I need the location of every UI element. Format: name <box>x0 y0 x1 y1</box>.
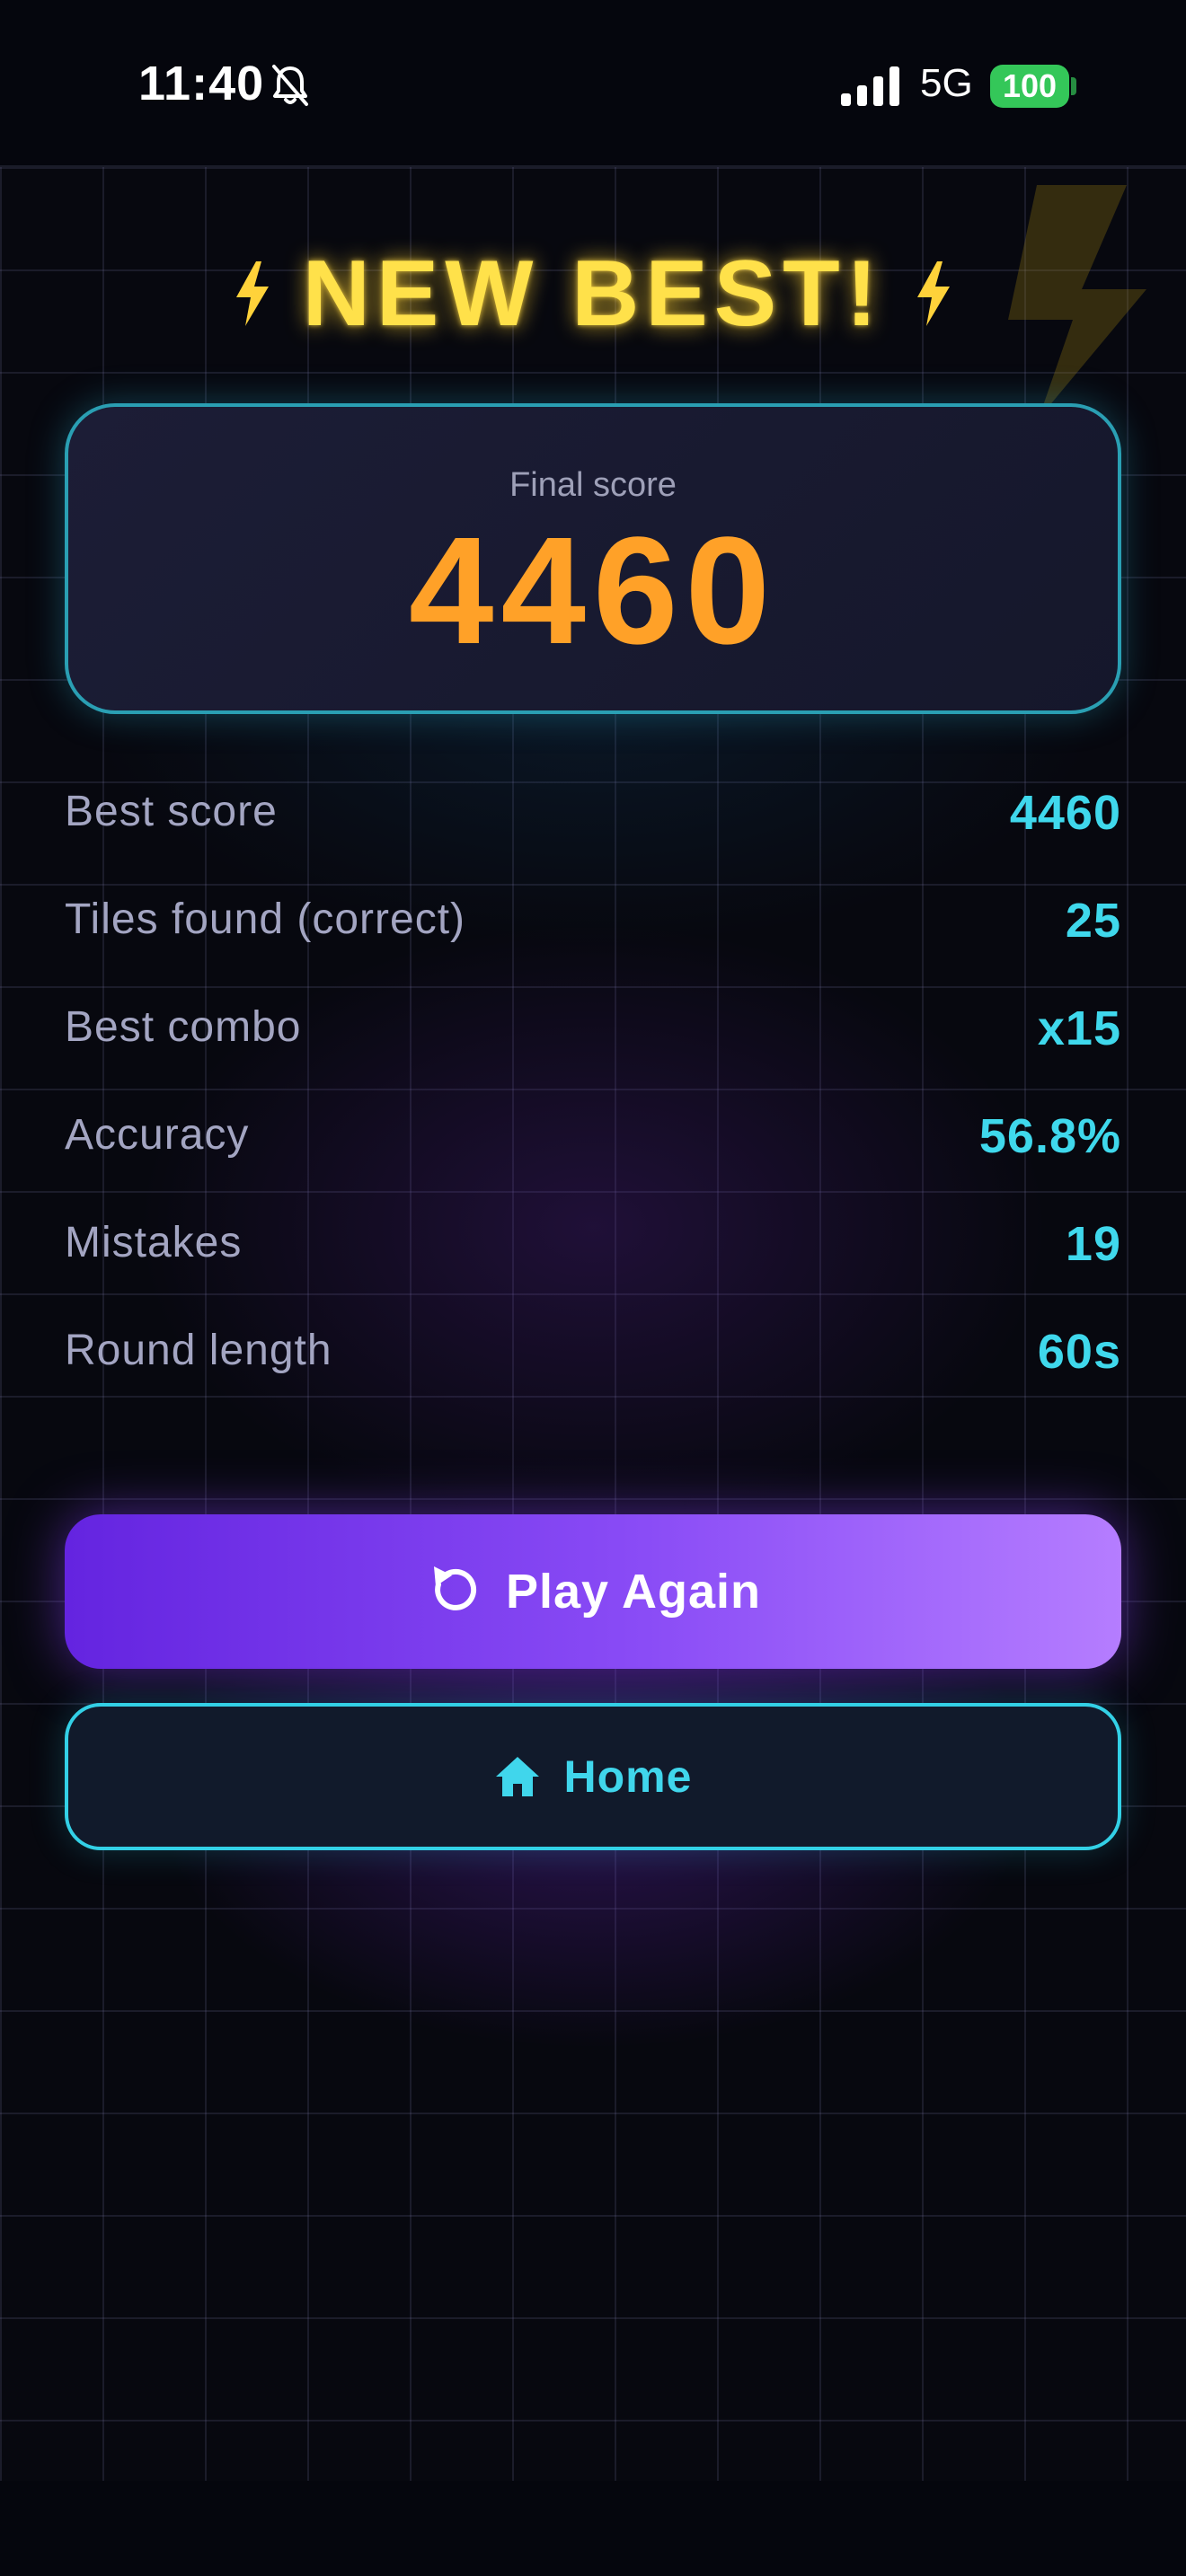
stat-row-best-score: Best score 4460 <box>65 760 1121 868</box>
battery-indicator: 100 <box>990 65 1069 108</box>
network-type: 5G <box>920 61 973 105</box>
stat-row-tiles-found: Tiles found (correct) 25 <box>65 868 1121 975</box>
stat-row-accuracy: Accuracy 56.8% <box>65 1083 1121 1191</box>
home-icon <box>495 1757 539 1796</box>
game-over-screen: 11:40 5G 100 NEW BEST! Final score 4460 … <box>0 0 1186 2576</box>
home-button[interactable]: Home <box>65 1703 1121 1850</box>
stat-value: x15 <box>1037 1001 1121 1055</box>
play-again-button[interactable]: Play Again <box>65 1514 1121 1669</box>
play-again-label: Play Again <box>505 1565 762 1619</box>
stat-label: Best score <box>65 788 278 835</box>
bell-slash-icon <box>272 65 308 106</box>
bottom-safe-area <box>0 2481 1186 2576</box>
replay-icon <box>433 1566 477 1610</box>
new-best-title: NEW BEST! <box>302 241 884 346</box>
signal-bars-icon <box>841 66 899 106</box>
lightning-bolt-icon <box>917 261 951 326</box>
stat-value: 60s <box>1037 1325 1121 1379</box>
status-time: 11:40 <box>138 57 265 110</box>
stat-value: 4460 <box>1009 786 1121 840</box>
stat-label: Mistakes <box>65 1219 243 1266</box>
stat-label: Best combo <box>65 1003 302 1051</box>
home-label: Home <box>563 1751 693 1802</box>
stat-row-mistakes: Mistakes 19 <box>65 1191 1121 1299</box>
stat-row-round-length: Round length 60s <box>65 1299 1121 1407</box>
final-score-label: Final score <box>509 466 677 504</box>
battery-cap <box>1071 77 1076 95</box>
status-bar: 11:40 5G 100 <box>0 0 1186 167</box>
stat-label: Tiles found (correct) <box>65 895 466 943</box>
stat-value: 19 <box>1065 1217 1121 1271</box>
stat-value: 25 <box>1065 894 1121 948</box>
final-score-card: Final score 4460 <box>65 403 1121 714</box>
stat-label: Accuracy <box>65 1111 250 1159</box>
stat-label: Round length <box>65 1327 332 1374</box>
new-best-banner: NEW BEST! <box>0 235 1186 352</box>
lightning-bolt-icon <box>235 261 269 326</box>
stats-list: Best score 4460 Tiles found (correct) 25… <box>65 760 1121 1407</box>
stat-value: 56.8% <box>978 1109 1121 1163</box>
stat-row-best-combo: Best combo x15 <box>65 975 1121 1083</box>
final-score-value: 4460 <box>408 506 778 676</box>
